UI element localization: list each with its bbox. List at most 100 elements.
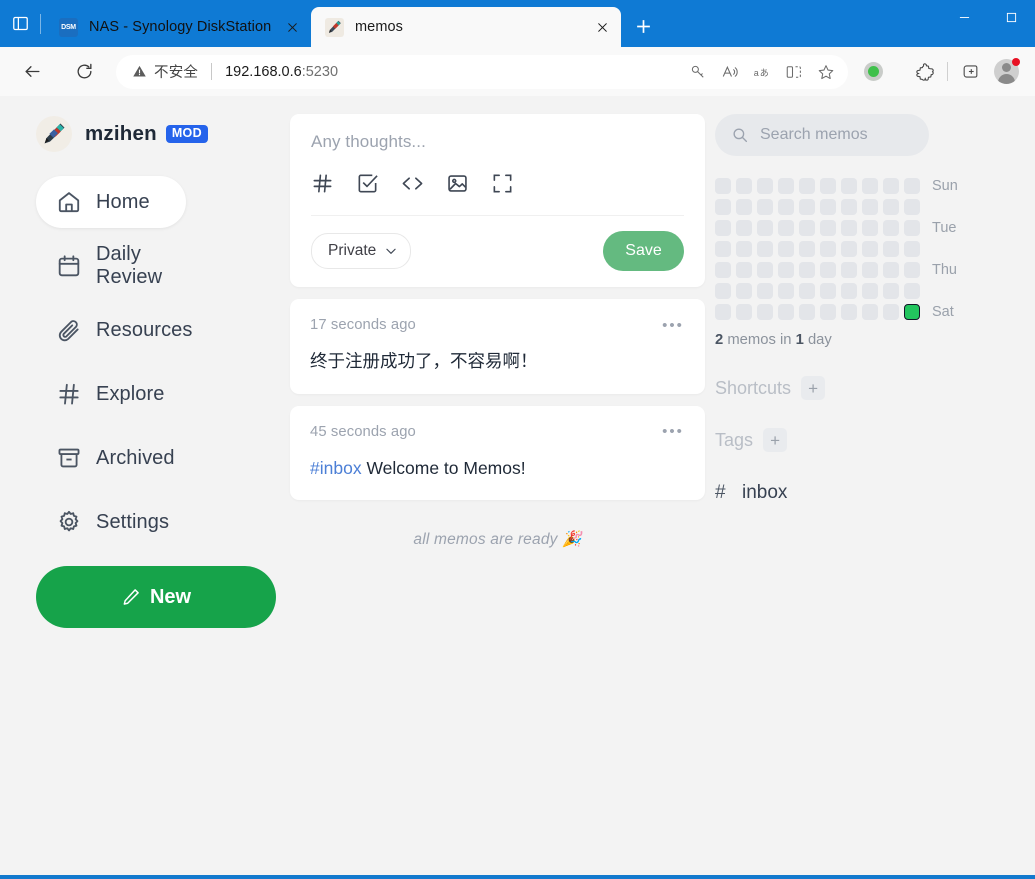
- search-input[interactable]: Search memos: [760, 126, 868, 144]
- reload-icon[interactable]: [66, 54, 102, 90]
- sidebar-item-daily-review[interactable]: Daily Review: [36, 240, 184, 292]
- heatmap-cell[interactable]: [757, 178, 773, 194]
- heatmap-cell[interactable]: [715, 283, 731, 299]
- heatmap-cell[interactable]: [862, 283, 878, 299]
- heatmap-cell[interactable]: [757, 283, 773, 299]
- heatmap-cell[interactable]: [841, 220, 857, 236]
- profile-avatar-icon[interactable]: [987, 55, 1025, 89]
- hash-icon[interactable]: [311, 172, 334, 200]
- memo-more-icon[interactable]: •••: [661, 422, 685, 442]
- heatmap-cell[interactable]: [757, 220, 773, 236]
- memo-input[interactable]: Any thoughts...: [311, 132, 684, 172]
- save-button[interactable]: Save: [603, 231, 684, 271]
- back-icon[interactable]: [14, 54, 50, 90]
- heatmap-cell[interactable]: [778, 241, 794, 257]
- heatmap-cell[interactable]: [715, 241, 731, 257]
- not-secure-indicator[interactable]: 不安全: [132, 61, 198, 82]
- heatmap-cell[interactable]: [820, 283, 836, 299]
- search-memos-box[interactable]: Search memos: [715, 114, 929, 156]
- heatmap-cell[interactable]: [841, 178, 857, 194]
- heatmap-cell[interactable]: [736, 283, 752, 299]
- memo-editor[interactable]: Any thoughts...: [290, 114, 705, 287]
- heatmap-cell[interactable]: [820, 304, 836, 320]
- status-dot-icon[interactable]: [856, 55, 890, 89]
- tab-nas-synology[interactable]: DSM NAS - Synology DiskStation: [45, 7, 311, 47]
- sidebar-item-settings[interactable]: Settings: [36, 496, 184, 548]
- sidebar-item-home[interactable]: Home: [36, 176, 186, 228]
- heatmap-cell[interactable]: [883, 199, 899, 215]
- heatmap-cell[interactable]: [715, 178, 731, 194]
- heatmap-cell[interactable]: [778, 262, 794, 278]
- heatmap-cell[interactable]: [778, 304, 794, 320]
- heatmap-cell[interactable]: [820, 199, 836, 215]
- tab-actions-icon[interactable]: [0, 0, 40, 47]
- heatmap-cell[interactable]: [778, 283, 794, 299]
- image-icon[interactable]: [446, 172, 469, 200]
- heatmap-cell[interactable]: [715, 304, 731, 320]
- heatmap-cell[interactable]: [883, 220, 899, 236]
- add-shortcut-button[interactable]: +: [801, 376, 825, 400]
- heatmap-cell[interactable]: [820, 241, 836, 257]
- heatmap-cell[interactable]: [904, 304, 920, 320]
- read-aloud-icon[interactable]: [714, 57, 746, 87]
- heatmap-cell[interactable]: [799, 178, 815, 194]
- memo-tag-link[interactable]: #inbox: [310, 458, 362, 478]
- user-profile[interactable]: mzihen MOD: [36, 116, 290, 152]
- favorite-star-icon[interactable]: [810, 57, 842, 87]
- heatmap-cell[interactable]: [904, 283, 920, 299]
- checkbox-icon[interactable]: [356, 172, 379, 200]
- collections-icon[interactable]: [953, 55, 987, 89]
- heatmap-cell[interactable]: [841, 283, 857, 299]
- heatmap-cell[interactable]: [862, 220, 878, 236]
- heatmap-cell[interactable]: [904, 178, 920, 194]
- heatmap-cell[interactable]: [883, 241, 899, 257]
- add-tag-button[interactable]: +: [763, 428, 787, 452]
- sidebar-item-resources[interactable]: Resources: [36, 304, 184, 356]
- memo-item[interactable]: 45 seconds ago ••• #inbox Welcome to Mem…: [290, 406, 705, 501]
- heatmap-cell[interactable]: [904, 241, 920, 257]
- heatmap-cell[interactable]: [904, 220, 920, 236]
- minimize-button[interactable]: [941, 0, 988, 34]
- heatmap-cell[interactable]: [862, 262, 878, 278]
- code-icon[interactable]: [401, 172, 424, 200]
- heatmap-cell[interactable]: [799, 283, 815, 299]
- heatmap-cell[interactable]: [736, 199, 752, 215]
- close-icon[interactable]: [279, 14, 305, 40]
- heatmap-cell[interactable]: [841, 304, 857, 320]
- heatmap-cell[interactable]: [862, 241, 878, 257]
- heatmap-cell[interactable]: [736, 262, 752, 278]
- heatmap-cell[interactable]: [883, 304, 899, 320]
- heatmap-cell[interactable]: [862, 199, 878, 215]
- password-key-icon[interactable]: [682, 57, 714, 87]
- heatmap-cell[interactable]: [799, 241, 815, 257]
- translate-icon[interactable]: aあ: [746, 57, 778, 87]
- heatmap-cell[interactable]: [820, 178, 836, 194]
- heatmap-cell[interactable]: [904, 262, 920, 278]
- heatmap-cell[interactable]: [883, 178, 899, 194]
- sidebar-item-explore[interactable]: Explore: [36, 368, 184, 420]
- heatmap-cell[interactable]: [799, 220, 815, 236]
- memo-item[interactable]: 17 seconds ago ••• 终于注册成功了，不容易啊！: [290, 299, 705, 394]
- heatmap-cell[interactable]: [757, 241, 773, 257]
- heatmap-cell[interactable]: [799, 199, 815, 215]
- heatmap-cell[interactable]: [757, 199, 773, 215]
- heatmap-cell[interactable]: [715, 199, 731, 215]
- heatmap-cell[interactable]: [778, 199, 794, 215]
- tag-item-inbox[interactable]: # inbox: [715, 482, 995, 504]
- heatmap-cell[interactable]: [799, 262, 815, 278]
- heatmap-cell[interactable]: [883, 262, 899, 278]
- heatmap-cell[interactable]: [736, 304, 752, 320]
- heatmap-cell[interactable]: [820, 262, 836, 278]
- tab-memos[interactable]: memos: [311, 7, 621, 47]
- split-screen-icon[interactable]: [778, 57, 810, 87]
- heatmap-cell[interactable]: [736, 220, 752, 236]
- maximize-button[interactable]: [988, 0, 1035, 34]
- heatmap-cell[interactable]: [862, 178, 878, 194]
- heatmap-cell[interactable]: [841, 199, 857, 215]
- visibility-selector[interactable]: Private: [311, 233, 411, 269]
- memo-more-icon[interactable]: •••: [661, 315, 685, 335]
- heatmap-cell[interactable]: [757, 262, 773, 278]
- heatmap-cell[interactable]: [757, 304, 773, 320]
- heatmap-cell[interactable]: [799, 304, 815, 320]
- heatmap-cell[interactable]: [841, 262, 857, 278]
